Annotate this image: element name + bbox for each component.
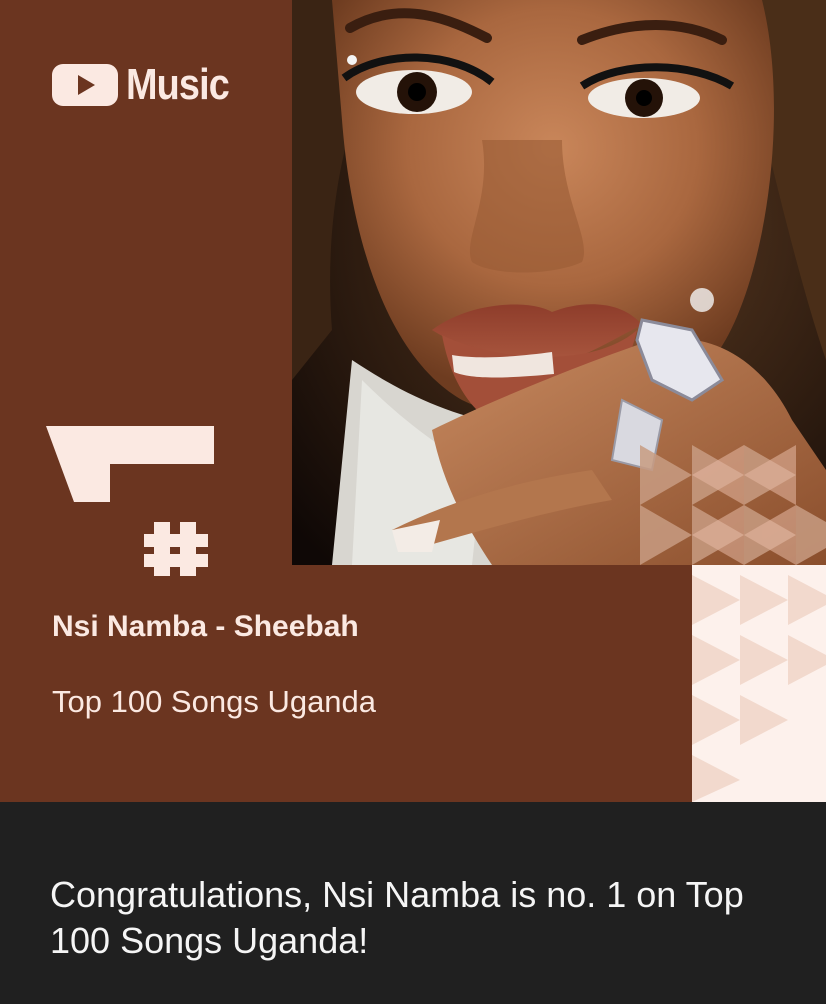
artist-photo bbox=[292, 0, 826, 565]
rank-graphic bbox=[46, 426, 214, 576]
chart-name: Top 100 Songs Uganda bbox=[52, 684, 377, 719]
song-title: Nsi Namba - Sheebah bbox=[52, 610, 359, 643]
congratulations-message: Congratulations, Nsi Namba is no. 1 on T… bbox=[50, 874, 744, 961]
rank-badge: 1 # bbox=[46, 426, 221, 582]
achievement-card: Music 1 # Nsi Namba - Sheebah Top 100 So… bbox=[0, 0, 826, 802]
youtube-music-logo: Music bbox=[52, 62, 246, 108]
brand-label: Music bbox=[126, 60, 230, 109]
youtube-play-icon bbox=[52, 64, 118, 106]
